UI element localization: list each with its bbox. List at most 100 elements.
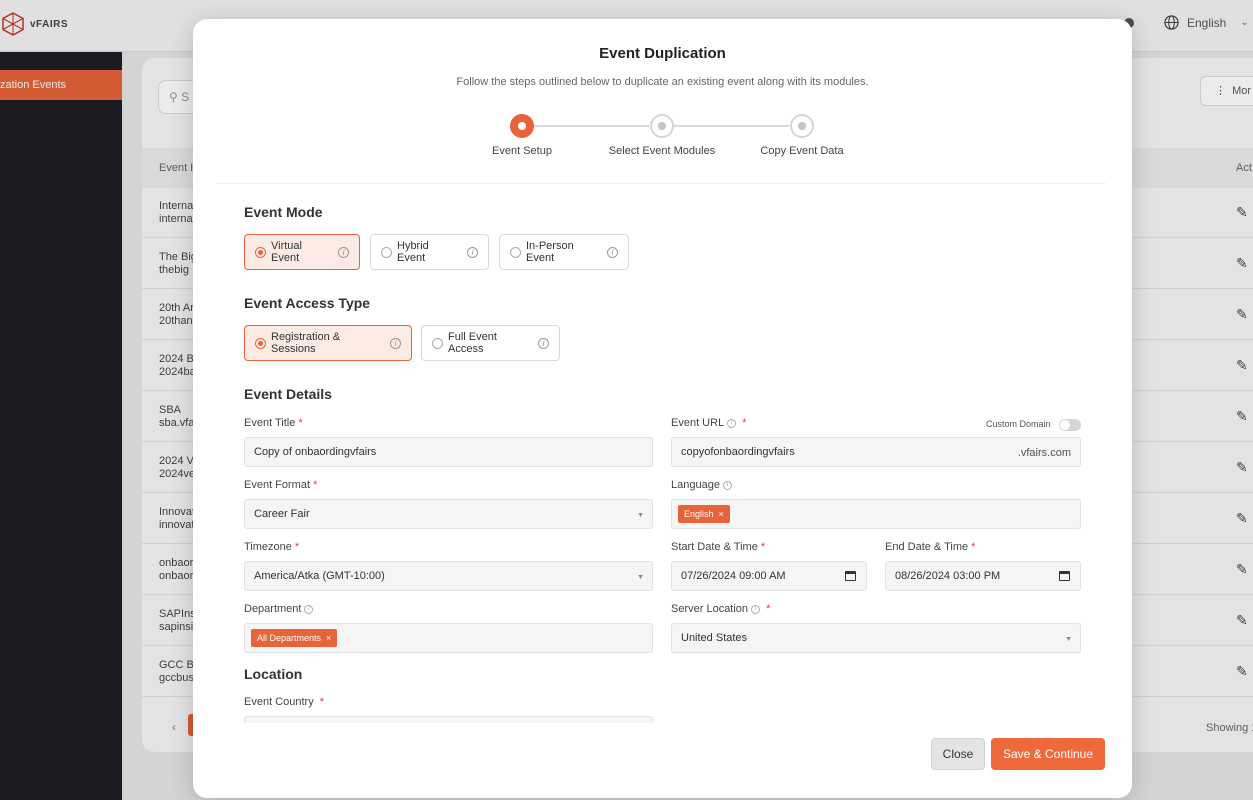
input-value: Copy of onbaordingvfairs	[254, 446, 377, 458]
event-title-input[interactable]: Copy of onbaordingvfairs	[244, 437, 653, 467]
required-marker: *	[739, 417, 747, 429]
label-text: Event Title	[244, 417, 296, 429]
step-indicator-copy-data	[790, 114, 814, 138]
required-marker: *	[316, 696, 325, 708]
label-text: Event URL	[671, 417, 725, 429]
end-datetime-input[interactable]: 08/26/2024 03:00 PM	[885, 561, 1081, 591]
option-label: Virtual Event	[271, 240, 302, 264]
calendar-icon[interactable]	[845, 571, 856, 581]
select-value: Career Fair	[254, 508, 310, 520]
info-icon[interactable]: i	[538, 337, 549, 349]
start-date-label: Start Date & Time *	[671, 541, 765, 553]
close-button[interactable]: Close	[931, 738, 985, 770]
event-country-label: Event Country *	[244, 696, 324, 708]
step-connector	[534, 125, 649, 127]
label-text: Start Date & Time	[671, 541, 758, 553]
option-in-person-event[interactable]: In-Person Event i	[499, 234, 629, 270]
department-tag: All Departments ×	[251, 629, 338, 647]
section-title-location: Location	[244, 666, 303, 682]
info-icon[interactable]: i	[390, 337, 401, 349]
input-value: copyofonbaordingvfairs	[681, 446, 795, 458]
required-marker: *	[763, 603, 771, 615]
select-value: United States	[681, 632, 748, 644]
required-marker: *	[971, 541, 976, 553]
label-text: Server Location	[671, 603, 749, 615]
option-label: Registration & Sessions	[271, 331, 341, 355]
label-text: Event Format	[244, 479, 311, 491]
timezone-label: Timezone *	[244, 541, 299, 553]
language-multiselect[interactable]: English ×	[671, 499, 1081, 529]
server-location-select[interactable]: United States ▼	[671, 623, 1081, 653]
language-label: Language i	[671, 479, 732, 491]
modal-title: Event Duplication	[599, 45, 726, 62]
end-date-label: End Date & Time *	[885, 541, 975, 553]
info-icon[interactable]: i	[722, 480, 732, 490]
info-icon[interactable]: i	[751, 604, 761, 614]
radio-icon	[255, 337, 266, 349]
radio-icon	[432, 337, 443, 349]
option-full-event-access[interactable]: Full Event Access i	[421, 325, 560, 361]
caret-down-icon: ▼	[1065, 636, 1072, 643]
event-title-label: Event Title *	[244, 417, 303, 429]
remove-tag-icon[interactable]: ×	[326, 633, 331, 643]
label-text: Language	[671, 479, 720, 491]
calendar-icon[interactable]	[1059, 571, 1070, 581]
timezone-select[interactable]: America/Atka (GMT-10:00) ▼	[244, 561, 653, 591]
event-format-select[interactable]: Career Fair ▼	[244, 499, 653, 529]
start-datetime-input[interactable]: 07/26/2024 09:00 AM	[671, 561, 867, 591]
option-label: Full Event Access	[448, 331, 497, 355]
radio-icon	[510, 246, 521, 258]
required-marker: *	[298, 417, 303, 429]
remove-tag-icon[interactable]: ×	[719, 509, 724, 519]
language-tag: English ×	[678, 505, 730, 523]
input-value: 08/26/2024 03:00 PM	[895, 570, 1001, 582]
event-duplication-modal: Event Duplication Follow the steps outli…	[193, 19, 1132, 798]
required-marker: *	[294, 541, 300, 553]
step-connector	[674, 125, 789, 127]
input-value: 07/26/2024 09:00 AM	[681, 570, 786, 582]
section-title-event-details: Event Details	[244, 386, 332, 402]
radio-icon	[255, 246, 266, 258]
label-text: Timezone	[244, 541, 292, 553]
modal-subtitle: Follow the steps outlined below to dupli…	[456, 76, 869, 88]
step-label-select-modules: Select Event Modules	[608, 145, 716, 157]
info-icon[interactable]: i	[304, 604, 314, 614]
event-url-label: Event URL i *	[671, 417, 747, 429]
save-continue-button[interactable]: Save & Continue	[991, 738, 1105, 770]
server-location-label: Server Location i *	[671, 603, 770, 615]
modal-body: Event Mode Virtual Event i Hybrid Event …	[217, 183, 1106, 723]
option-label: In-Person Event	[526, 240, 574, 264]
custom-domain-label: Custom Domain	[986, 419, 1051, 429]
option-registration-sessions[interactable]: Registration & Sessions i	[244, 325, 412, 361]
step-indicator-select-modules	[650, 114, 674, 138]
option-hybrid-event[interactable]: Hybrid Event i	[370, 234, 489, 270]
option-label: Hybrid Event	[397, 240, 429, 264]
tag-label: All Departments	[257, 633, 322, 643]
stepper: Event Setup Select Event Modules Copy Ev…	[193, 114, 1132, 164]
step-label-copy-data: Copy Event Data	[760, 145, 844, 157]
department-multiselect[interactable]: All Departments ×	[244, 623, 653, 653]
select-value: America/Atka (GMT-10:00)	[254, 570, 385, 582]
section-title-event-mode: Event Mode	[244, 204, 323, 220]
radio-icon	[381, 246, 392, 258]
department-label: Department i	[244, 603, 314, 615]
caret-down-icon: ▼	[637, 574, 644, 581]
event-url-input[interactable]: copyofonbaordingvfairs .vfairs.com	[671, 437, 1081, 467]
info-icon[interactable]: i	[467, 246, 478, 258]
event-format-label: Event Format *	[244, 479, 317, 491]
label-text: End Date & Time	[885, 541, 969, 553]
caret-down-icon: ▼	[637, 512, 644, 519]
modal-footer: Close Save & Continue	[193, 725, 1132, 798]
custom-domain-toggle[interactable]	[1059, 419, 1081, 431]
info-icon[interactable]: i	[607, 246, 618, 258]
info-icon[interactable]: i	[727, 418, 737, 428]
label-text: Event Country	[244, 696, 314, 708]
info-icon[interactable]: i	[338, 246, 349, 258]
required-marker: *	[760, 541, 766, 553]
section-title-access-type: Event Access Type	[244, 295, 371, 311]
event-country-select[interactable]	[244, 716, 653, 723]
option-virtual-event[interactable]: Virtual Event i	[244, 234, 360, 270]
label-text: Department	[244, 603, 302, 615]
url-suffix: .vfairs.com	[1017, 447, 1071, 459]
step-indicator-event-setup	[510, 114, 534, 138]
